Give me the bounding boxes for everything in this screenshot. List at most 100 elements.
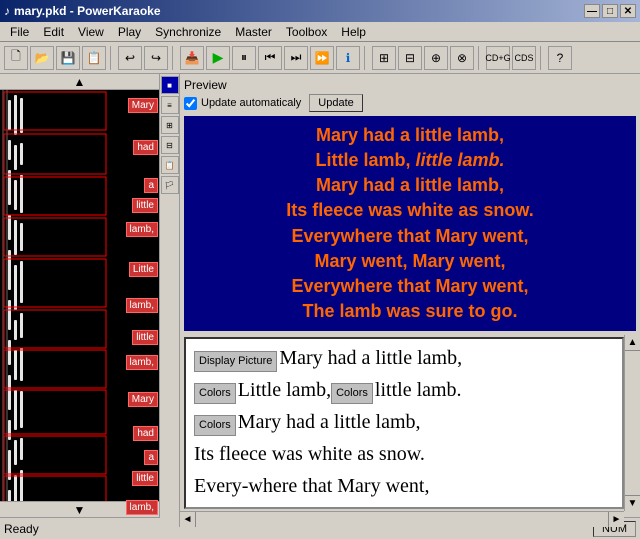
new-button[interactable]: 🗋 (4, 46, 28, 70)
btn-d[interactable]: ⊗ (450, 46, 474, 70)
scroll-down[interactable]: ▼ (625, 495, 640, 511)
word-lamb4: lamb, (126, 500, 158, 515)
word-little3: little (132, 330, 158, 345)
title-bar-left: ♪ mary.pkd - PowerKaraoke (4, 4, 161, 18)
lyrics-text-editor[interactable]: Display PictureMary had a little lamb, C… (184, 337, 624, 509)
open-button[interactable]: 📂 (30, 46, 54, 70)
preview-line-8: The lamb was sure to go. (302, 301, 517, 321)
text-line-2: ColorsLittle lamb, Colorslittle lamb. (194, 375, 614, 405)
cd-btn1[interactable]: CD+G (486, 46, 510, 70)
h-scrollbar[interactable]: ◄ ► (180, 511, 624, 527)
word-little1: little (132, 198, 158, 213)
text-line-4: Its fleece was white as snow. (194, 439, 614, 469)
play-button[interactable]: ▶ (206, 46, 230, 70)
preview-text: Mary had a little lamb, Little lamb, lit… (286, 123, 533, 325)
main-content: ▲ (0, 74, 640, 517)
menu-help[interactable]: Help (335, 23, 372, 41)
title-bar: ♪ mary.pkd - PowerKaraoke — □ ✕ (0, 0, 640, 22)
auto-update-checkbox[interactable] (184, 97, 197, 110)
btn-b[interactable]: ⊟ (398, 46, 422, 70)
menu-toolbox[interactable]: Toolbox (280, 23, 333, 41)
display-picture-tag[interactable]: Display Picture (194, 351, 277, 372)
word-lamb2: lamb, (126, 298, 158, 313)
text-line-2a-content: Little lamb, (238, 375, 331, 405)
preview-and-text: Preview Update automaticaly Update Mary … (180, 74, 640, 527)
word-had2: had (133, 426, 158, 441)
v-scrollbar[interactable]: ▲ ▼ (624, 335, 640, 511)
preview-line-4: Its fleece was white as snow. (286, 200, 533, 220)
side-btn-2[interactable]: ≡ (161, 96, 179, 114)
text-editor-container: ▲ ▼ Display PictureMary had a little lam… (180, 335, 640, 527)
left-panel: ▲ (0, 74, 160, 517)
menu-edit[interactable]: Edit (37, 23, 70, 41)
preview-controls: Update automaticaly Update (184, 94, 636, 112)
preview-header: Preview (184, 78, 636, 92)
auto-update-text: Update automaticaly (201, 97, 301, 109)
info-button[interactable]: ℹ (336, 46, 360, 70)
word-mary2: Mary (128, 392, 158, 407)
text-line-2b-content: little lamb. (375, 375, 462, 405)
sep2 (172, 46, 176, 70)
update-button[interactable]: Update (309, 94, 362, 112)
window-title: mary.pkd - PowerKaraoke (14, 4, 161, 18)
minimize-button[interactable]: — (584, 4, 600, 18)
waveform-display: Mary had a little lamb, Little lamb, lit… (0, 90, 160, 501)
text-line-5: Every-where that Mary went, (194, 471, 614, 501)
menu-view[interactable]: View (72, 23, 110, 41)
preview-line-6: Mary went, Mary went, (314, 251, 505, 271)
redo-button[interactable]: ↪ (144, 46, 168, 70)
preview-line-1: Mary had a little lamb, (316, 125, 504, 145)
sep4 (478, 46, 482, 70)
side-btn-1[interactable]: ■ (161, 76, 179, 94)
side-btn-6[interactable]: 🏳 (161, 176, 179, 194)
prev-button[interactable]: ⏭ (284, 46, 308, 70)
menu-file[interactable]: File (4, 23, 35, 41)
preview-line-3: Mary had a little lamb, (316, 175, 504, 195)
text-line-4-content: Its fleece was white as snow. (194, 439, 425, 469)
sep5 (540, 46, 544, 70)
scroll-left[interactable]: ◄ (180, 512, 196, 528)
close-button[interactable]: ✕ (620, 4, 636, 18)
help-btn[interactable]: ? (548, 46, 572, 70)
save-button[interactable]: 💾 (56, 46, 80, 70)
scroll-up-arrow[interactable]: ▲ (0, 74, 159, 90)
maximize-button[interactable]: □ (602, 4, 618, 18)
menu-synchronize[interactable]: Synchronize (149, 23, 227, 41)
colors-tag-1[interactable]: Colors (194, 383, 236, 404)
word-lamb3: lamb, (126, 355, 158, 370)
stop-button[interactable]: ⏮ (258, 46, 282, 70)
scroll-right[interactable]: ► (608, 512, 624, 528)
colors-tag-2[interactable]: Colors (331, 383, 373, 404)
side-btn-5[interactable]: 📋 (161, 156, 179, 174)
sep3 (364, 46, 368, 70)
app-icon: ♪ (4, 4, 10, 18)
save-special-button[interactable]: 📋 (82, 46, 106, 70)
colors-tag-3[interactable]: Colors (194, 415, 236, 436)
text-line-5-content: Every-where that Mary went, (194, 471, 429, 501)
btn-a[interactable]: ⊞ (372, 46, 396, 70)
side-btn-3[interactable]: ⊞ (161, 116, 179, 134)
import-button[interactable]: 📥 (180, 46, 204, 70)
scroll-up[interactable]: ▲ (625, 335, 640, 351)
menu-bar: File Edit View Play Synchronize Master T… (0, 22, 640, 42)
preview-section: Preview Update automaticaly Update Mary … (180, 74, 640, 335)
toolbar: 🗋 📂 💾 📋 ↩ ↪ 📥 ▶ ⏸ ⏮ ⏭ ⏩ ℹ ⊞ ⊟ ⊕ ⊗ CD+G C… (0, 42, 640, 74)
cd-btn2[interactable]: CDS (512, 46, 536, 70)
next-button[interactable]: ⏩ (310, 46, 334, 70)
preview-line-7: Everywhere that Mary went, (291, 276, 528, 296)
word-a2: a (144, 450, 158, 465)
word-lamb1: lamb, (126, 222, 158, 237)
side-btn-4[interactable]: ⊟ (161, 136, 179, 154)
undo-button[interactable]: ↩ (118, 46, 142, 70)
btn-c[interactable]: ⊕ (424, 46, 448, 70)
menu-play[interactable]: Play (112, 23, 147, 41)
text-line-1: Display PictureMary had a little lamb, (194, 343, 614, 373)
text-line-3: ColorsMary had a little lamb, (194, 407, 614, 437)
menu-master[interactable]: Master (229, 23, 278, 41)
preview-display: Mary had a little lamb, Little lamb, lit… (184, 116, 636, 331)
preview-line-5: Everywhere that Mary went, (291, 226, 528, 246)
word-little4: little (132, 471, 158, 486)
preview-line-2: Little lamb, (315, 150, 415, 170)
word-a: a (144, 178, 158, 193)
pause-button[interactable]: ⏸ (232, 46, 256, 70)
